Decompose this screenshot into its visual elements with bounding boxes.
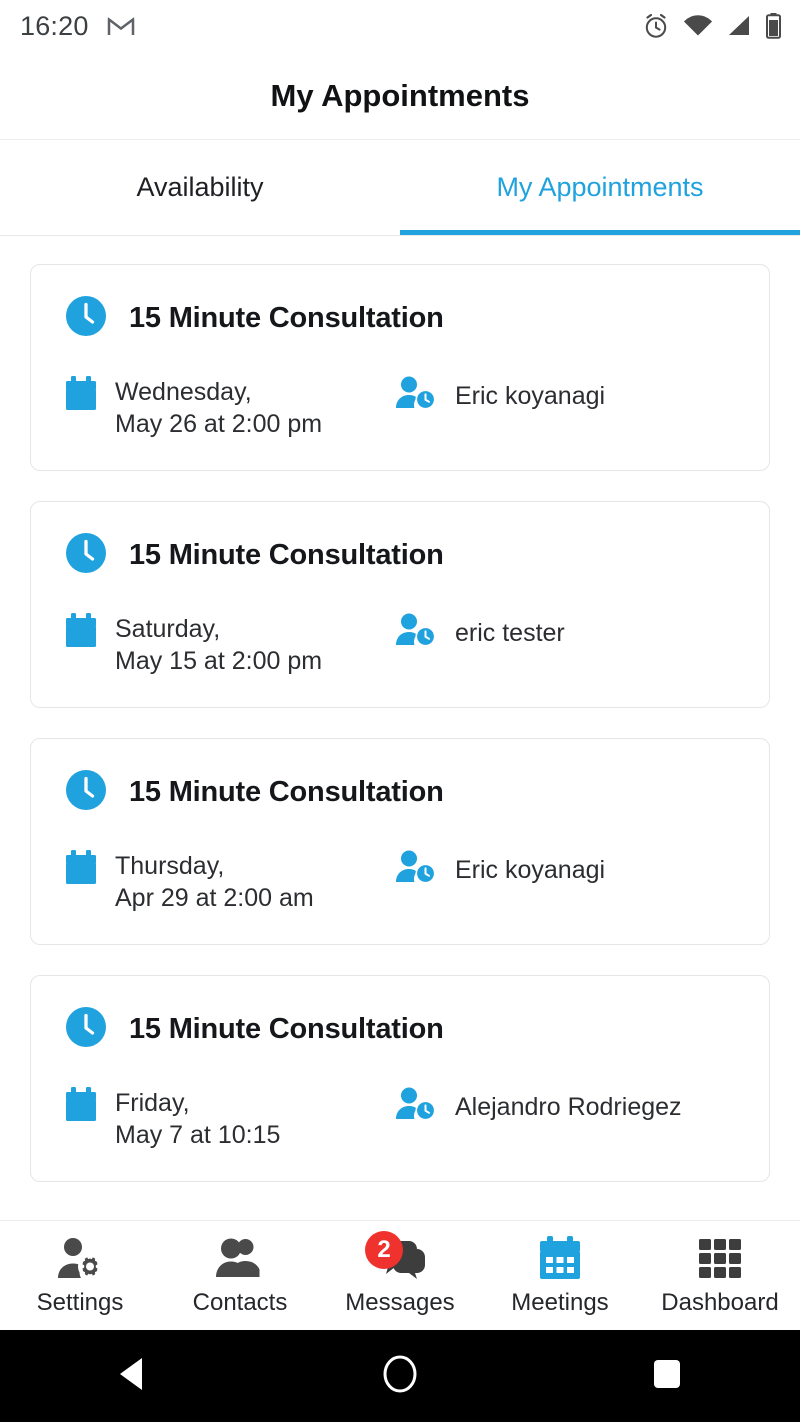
alarm-icon [642,12,670,40]
appointment-date-line1: Thursday, [115,852,225,880]
calendar-icon [65,376,97,417]
wifi-icon [683,14,713,38]
appointment-datetime-text: Friday, May 7 at 10:15 [115,1087,280,1151]
status-bar-left: 16:20 [20,11,135,42]
appointment-card-body: Wednesday, May 26 at 2:00 pm Eric koyana… [65,376,735,440]
tab-my-appointments[interactable]: My Appointments [400,140,800,235]
calendar-icon [539,1235,581,1283]
appointment-attendee: Alejandro Rodriegez [395,1087,682,1126]
bottom-navigation: Settings Contacts 2 Messages Meetings Da… [0,1220,800,1330]
home-button[interactable] [340,1330,460,1422]
appointment-attendee-name: Eric koyanagi [455,855,606,884]
appointment-datetime-text: Saturday, May 15 at 2:00 pm [115,613,322,677]
appointment-list[interactable]: 15 Minute Consultation Wednesday, May 26… [0,236,800,1220]
nav-label-messages: Messages [345,1288,455,1316]
square-icon [650,1357,684,1396]
cellular-signal-icon [726,14,752,38]
nav-item-meetings[interactable]: Meetings [480,1235,640,1317]
clock-icon [65,295,107,342]
nav-item-messages[interactable]: 2 Messages [320,1230,480,1317]
appointment-title: 15 Minute Consultation [129,776,444,808]
nav-label-meetings: Meetings [511,1288,609,1316]
appointment-attendee-name: Eric koyanagi [455,381,606,410]
appointment-card-header: 15 Minute Consultation [65,532,735,579]
appointment-date-line1: Friday, [115,1089,190,1117]
tab-availability[interactable]: Availability [0,140,400,235]
nav-item-contacts[interactable]: Contacts [160,1235,320,1317]
appointment-datetime-text: Wednesday, May 26 at 2:00 pm [115,376,322,440]
clock-icon [65,1006,107,1053]
calendar-icon [65,613,97,654]
battery-icon [765,12,782,40]
appointment-date-line1: Saturday, [115,615,221,643]
status-bar: 16:20 [0,0,800,52]
clock-icon [65,532,107,579]
person-clock-icon [395,1087,437,1126]
chat-bubbles-icon: 2 [365,1230,427,1283]
appointment-date-line2: May 26 at 2:00 pm [115,410,323,438]
appointment-datetime: Saturday, May 15 at 2:00 pm [65,613,395,677]
page-title: My Appointments [270,77,530,113]
appointment-attendee: Eric koyanagi [395,850,605,889]
appointment-attendee-name: Alejandro Rodriegez [455,1092,682,1121]
appointment-attendee: eric tester [395,613,565,652]
appointment-date-line1: Wednesday, [115,378,252,406]
appointment-card-header: 15 Minute Consultation [65,295,735,342]
status-bar-right [642,12,782,40]
appointment-title: 15 Minute Consultation [129,1013,444,1045]
calendar-icon [65,850,97,891]
appointment-date-line2: Apr 29 at 2:00 am [115,884,314,912]
clock-icon [65,769,107,816]
appointment-card-header: 15 Minute Consultation [65,769,735,816]
gmail-icon [107,15,135,37]
calendar-icon [65,1087,97,1128]
appointment-datetime: Friday, May 7 at 10:15 [65,1087,395,1151]
messages-badge: 2 [365,1230,403,1269]
appointment-card-body: Friday, May 7 at 10:15 Alejandro Rodrieg… [65,1087,735,1151]
phone-screen: 16:20 My Appointments Availability My Ap… [0,0,800,1422]
back-button[interactable] [73,1330,193,1422]
appointment-datetime: Wednesday, May 26 at 2:00 pm [65,376,395,440]
appointment-date-line2: May 15 at 2:00 pm [115,647,323,675]
circle-icon [380,1353,420,1400]
tab-availability-label: Availability [136,172,264,202]
appointment-date-line2: May 7 at 10:15 [115,1121,281,1149]
nav-label-settings: Settings [36,1288,124,1316]
people-icon [216,1235,264,1283]
appointment-attendee-name: eric tester [455,618,565,647]
app-bar: My Appointments [0,52,800,140]
appointment-card-header: 15 Minute Consultation [65,1006,735,1053]
appointment-card[interactable]: 15 Minute Consultation Friday, May 7 at … [30,975,770,1182]
appointment-title: 15 Minute Consultation [129,539,444,571]
appointment-title: 15 Minute Consultation [129,302,444,334]
tab-bar: Availability My Appointments [0,140,800,236]
nav-label-dashboard: Dashboard [661,1288,779,1316]
appointment-datetime: Thursday, Apr 29 at 2:00 am [65,850,395,914]
appointment-card[interactable]: 15 Minute Consultation Saturday, May 15 … [30,501,770,708]
appointment-card[interactable]: 15 Minute Consultation Thursday, Apr 29 … [30,738,770,945]
nav-label-contacts: Contacts [192,1288,288,1316]
nav-item-settings[interactable]: Settings [0,1235,160,1317]
recents-button[interactable] [607,1330,727,1422]
person-gear-icon [57,1235,103,1283]
nav-item-dashboard[interactable]: Dashboard [640,1235,800,1317]
person-clock-icon [395,850,437,889]
appointment-card[interactable]: 15 Minute Consultation Wednesday, May 26… [30,264,770,471]
person-clock-icon [395,376,437,415]
appointment-card-body: Saturday, May 15 at 2:00 pm eric tester [65,613,735,677]
appointment-attendee: Eric koyanagi [395,376,605,415]
system-navigation-bar [0,1330,800,1422]
person-clock-icon [395,613,437,652]
triangle-left-icon [116,1356,150,1397]
grid-icon [697,1235,743,1283]
appointment-datetime-text: Thursday, Apr 29 at 2:00 am [115,850,314,914]
appointment-card-body: Thursday, Apr 29 at 2:00 am Eric koyanag… [65,850,735,914]
tab-my-appointments-label: My Appointments [496,172,704,202]
status-bar-clock: 16:20 [20,10,89,41]
